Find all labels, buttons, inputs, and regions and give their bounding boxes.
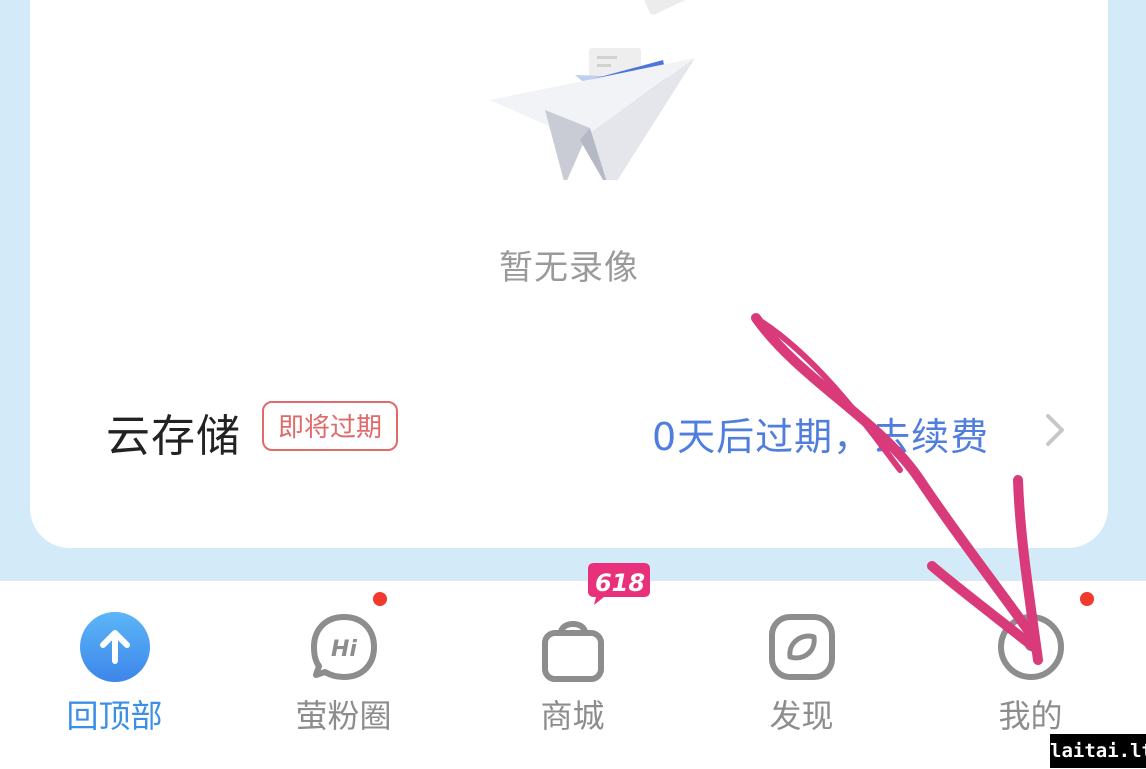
promo-badge-text: 618 (595, 569, 645, 597)
tab-discover[interactable]: 发现 (687, 581, 916, 769)
empty-state-text: 暂无录像 (499, 248, 639, 288)
chevron-right-icon[interactable] (1042, 412, 1066, 448)
notification-dot (1080, 592, 1094, 606)
tab-label: 我的 (998, 697, 1063, 735)
promo-618-badge: 618 (588, 563, 650, 605)
hi-chat-icon[interactable]: Hi (308, 611, 380, 683)
shopping-bag-icon[interactable] (537, 611, 609, 683)
tab-label: 萤粉圈 (295, 697, 392, 735)
tab-label: 回顶部 (66, 697, 163, 735)
tab-label: 商城 (540, 697, 605, 735)
profile-icon[interactable] (995, 611, 1067, 683)
tab-label: 发现 (769, 697, 834, 735)
expiry-status-badge: 即将过期 (262, 401, 398, 451)
arrow-up-circle-icon[interactable] (79, 611, 151, 683)
cloud-recording-card: 暂无录像 云存储 即将过期 0天后过期，去续费 (30, 0, 1108, 548)
compass-icon[interactable] (766, 611, 838, 683)
tab-mall[interactable]: 商城 (458, 581, 687, 769)
notification-dot (373, 592, 387, 606)
bottom-tab-bar: 回顶部 Hi 萤粉圈 商城 发现 我的 (0, 580, 1146, 769)
watermark-text: laitai.ltd (1050, 734, 1146, 768)
cloud-storage-title: 云存储 (106, 411, 241, 462)
tab-fans-circle[interactable]: Hi 萤粉圈 (229, 581, 458, 769)
renew-link[interactable]: 0天后过期，去续费 (652, 406, 989, 461)
paper-plane-illustration-icon (490, 0, 695, 180)
svg-text:Hi: Hi (331, 637, 357, 662)
tab-back-to-top[interactable]: 回顶部 (0, 581, 229, 769)
